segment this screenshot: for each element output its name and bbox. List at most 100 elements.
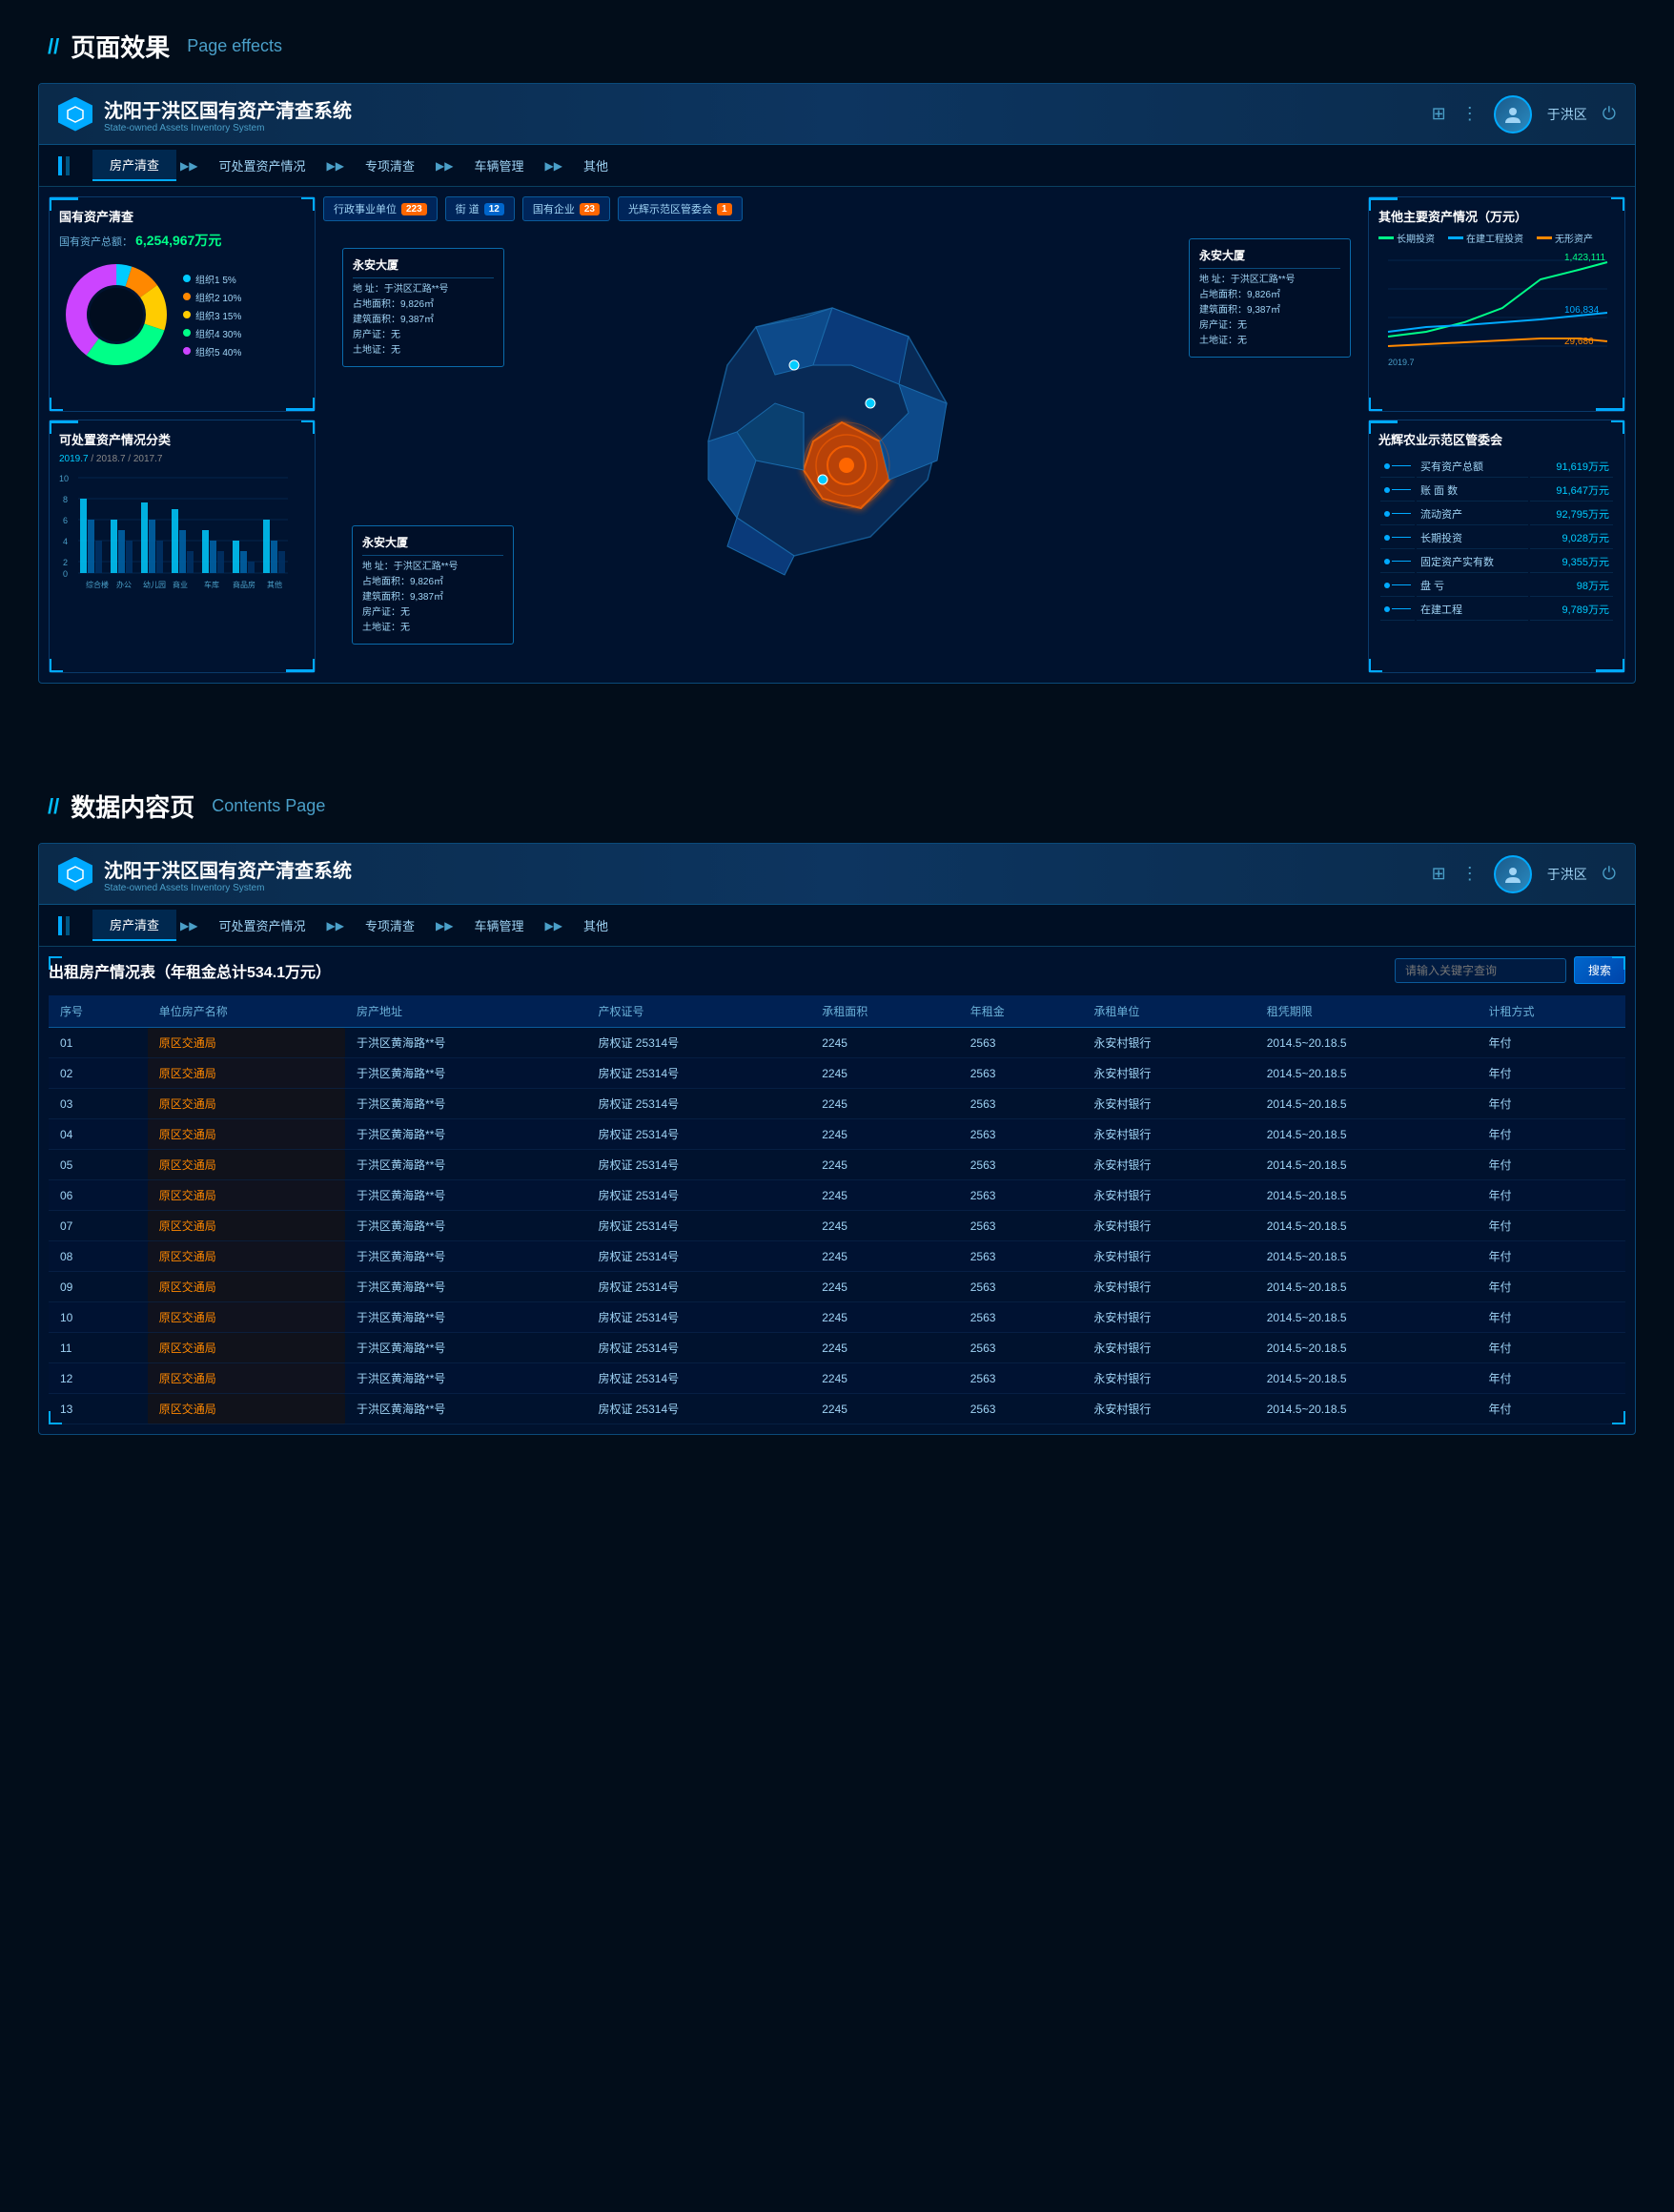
filter-count-3: 1 (717, 203, 732, 215)
nav-item2-4[interactable]: 其他 (566, 911, 625, 940)
table-row: 03 原区交通局 于洪区黄海路**号 房权证 25314号 2245 2563 … (49, 1089, 1625, 1119)
search-input[interactable] (1395, 958, 1566, 983)
committee-row: 账 面 数 91,647万元 (1380, 480, 1613, 502)
cell-name: 原区交通局 (148, 1211, 345, 1241)
committee-label: 在建工程 (1417, 599, 1528, 621)
nav-item2-1[interactable]: 可处置资产情况 (201, 911, 322, 940)
legend-dot-0 (183, 275, 191, 282)
legend-0: 组织1 5% (183, 272, 241, 286)
section2-title-cn: 数据内容页 (71, 789, 194, 824)
cell-cert: 房权证 25314号 (586, 1180, 810, 1211)
cell-rent: 2563 (959, 1089, 1083, 1119)
top-bar-right-2: ⊞ ⋮ 于洪区 ⏻ (1432, 855, 1616, 893)
map-container: 永安大厦 地 址：于洪区汇路**号 占地面积：9,826㎡ 建筑面积：9,387… (323, 229, 1360, 673)
cell-addr: 于洪区黄海路**号 (345, 1363, 586, 1394)
table-header-row: 出租房产情况表（年租金总计534.1万元） 搜索 (49, 956, 1625, 984)
svg-text:幼儿园: 幼儿园 (143, 580, 166, 589)
cell-cert: 房权证 25314号 (586, 1211, 810, 1241)
asset-check-panel: 国有资产清查 国有资产总额： 6,254,967万元 (49, 196, 316, 412)
svg-text:29,686: 29,686 (1564, 337, 1594, 347)
nav-item-4[interactable]: 其他 (566, 151, 625, 180)
committee-value: 9,355万元 (1530, 551, 1613, 573)
cell-method: 年付 (1477, 1302, 1625, 1333)
power-icon-2[interactable]: ⏻ (1603, 864, 1616, 884)
cell-rent: 2563 (959, 1211, 1083, 1241)
committee-dot (1380, 456, 1415, 478)
cell-name: 原区交通局 (148, 1058, 345, 1089)
cell-area: 2245 (810, 1180, 959, 1211)
nav-item-3[interactable]: 车辆管理 (457, 151, 541, 180)
nav-stripe-3 (58, 916, 62, 935)
svg-text:8: 8 (63, 495, 68, 504)
committee-value: 91,619万元 (1530, 456, 1613, 478)
cell-seq: 09 (49, 1272, 148, 1302)
committee-label: 盘 亏 (1417, 575, 1528, 597)
cell-cert: 房权证 25314号 (586, 1333, 810, 1363)
table-row: 10 原区交通局 于洪区黄海路**号 房权证 25314号 2245 2563 … (49, 1302, 1625, 1333)
svg-text:其他: 其他 (267, 580, 282, 589)
table-row: 04 原区交通局 于洪区黄海路**号 房权证 25314号 2245 2563 … (49, 1119, 1625, 1150)
cell-seq: 04 (49, 1119, 148, 1150)
cell-method: 年付 (1477, 1363, 1625, 1394)
system-title-2: 沈阳于洪区国有资产清查系统 (104, 861, 352, 882)
power-icon[interactable]: ⏻ (1603, 104, 1616, 124)
popup3-content: 地 址：于洪区汇路**号 占地面积：9,826㎡ 建筑面积：9,387㎡ 房产证… (362, 560, 503, 636)
cell-method: 年付 (1477, 1150, 1625, 1180)
cell-tenant: 永安村银行 (1082, 1028, 1255, 1058)
cell-cert: 房权证 25314号 (586, 1028, 810, 1058)
grid-icon-2[interactable]: ⊞ (1432, 864, 1446, 884)
cell-cert: 房权证 25314号 (586, 1363, 810, 1394)
cell-seq: 12 (49, 1363, 148, 1394)
filter-tag-2[interactable]: 国有企业 23 (522, 196, 610, 221)
filter-tag-0[interactable]: 行政事业单位 223 (323, 196, 438, 221)
cell-seq: 08 (49, 1241, 148, 1272)
cell-rent: 2563 (959, 1119, 1083, 1150)
cell-name: 原区交通局 (148, 1150, 345, 1180)
nav-item2-2[interactable]: 专项清查 (348, 911, 432, 940)
table-head: 序号 单位房产名称 房产地址 产权证号 承租面积 年租金 承租单位 租凭期限 计… (49, 995, 1625, 1028)
svg-text:2019.7: 2019.7 (1388, 358, 1415, 367)
filter-tag-3[interactable]: 光辉示范区管委会 1 (618, 196, 743, 221)
cell-rent: 2563 (959, 1272, 1083, 1302)
cell-addr: 于洪区黄海路**号 (345, 1058, 586, 1089)
map-popup-2: 永安大厦 地 址：于洪区汇路**号 占地面积：9,826㎡ 建筑面积：9,387… (1189, 238, 1351, 358)
disposal-title: 可处置资产情况分类 (59, 430, 305, 448)
nav-bar-2: 房产清查 ▶▶ 可处置资产情况 ▶▶ 专项清查 ▶▶ 车辆管理 ▶▶ 其他 (39, 905, 1635, 947)
table-title: 出租房产情况表（年租金总计534.1万元） (49, 959, 331, 982)
section1-title-en: Page effects (187, 36, 282, 56)
cell-tenant: 永安村银行 (1082, 1333, 1255, 1363)
svg-text:10: 10 (59, 474, 69, 483)
grid-icon[interactable]: ⊞ (1432, 104, 1446, 124)
cell-period: 2014.5~20.18.5 (1256, 1363, 1478, 1394)
nav-arrow2-0: ▶▶ (180, 919, 197, 932)
dots-icon-2[interactable]: ⋮ (1461, 864, 1479, 884)
cell-period: 2014.5~20.18.5 (1256, 1180, 1478, 1211)
cell-cert: 房权证 25314号 (586, 1272, 810, 1302)
cell-period: 2014.5~20.18.5 (1256, 1028, 1478, 1058)
col-area: 承租面积 (810, 995, 959, 1028)
nav-item-1[interactable]: 可处置资产情况 (201, 151, 322, 180)
main-card-2: 沈阳于洪区国有资产清查系统 State-owned Assets Invento… (38, 843, 1636, 1435)
data-table-wrapper: 出租房产情况表（年租金总计534.1万元） 搜索 序号 单位房产名称 房产地址 … (49, 956, 1625, 1424)
nav-item2-0[interactable]: 房产清查 (92, 910, 176, 941)
cell-addr: 于洪区黄海路**号 (345, 1150, 586, 1180)
dots-icon[interactable]: ⋮ (1461, 104, 1479, 124)
committee-row: 流动资产 92,795万元 (1380, 503, 1613, 525)
system-title-block: 沈阳于洪区国有资产清查系统 State-owned Assets Invento… (104, 95, 352, 133)
filter-tag-1[interactable]: 街 道 12 (445, 196, 515, 221)
nav-item2-3[interactable]: 车辆管理 (457, 911, 541, 940)
cell-addr: 于洪区黄海路**号 (345, 1241, 586, 1272)
cell-area: 2245 (810, 1028, 959, 1058)
table-body: 01 原区交通局 于洪区黄海路**号 房权证 25314号 2245 2563 … (49, 1028, 1625, 1424)
nav-item-0[interactable]: 房产清查 (92, 150, 176, 181)
legend-intangible: 无形资产 (1537, 231, 1593, 245)
nav-item-2[interactable]: 专项清查 (348, 151, 432, 180)
cell-area: 2245 (810, 1150, 959, 1180)
table-row: 13 原区交通局 于洪区黄海路**号 房权证 25314号 2245 2563 … (49, 1394, 1625, 1424)
cell-area: 2245 (810, 1272, 959, 1302)
svg-text:6: 6 (63, 516, 68, 525)
top-bar-right: ⊞ ⋮ 于洪区 ⏻ (1432, 95, 1616, 133)
committee-row: 在建工程 9,789万元 (1380, 599, 1613, 621)
cell-addr: 于洪区黄海路**号 (345, 1333, 586, 1363)
system-title-block-2: 沈阳于洪区国有资产清查系统 State-owned Assets Invento… (104, 855, 352, 893)
